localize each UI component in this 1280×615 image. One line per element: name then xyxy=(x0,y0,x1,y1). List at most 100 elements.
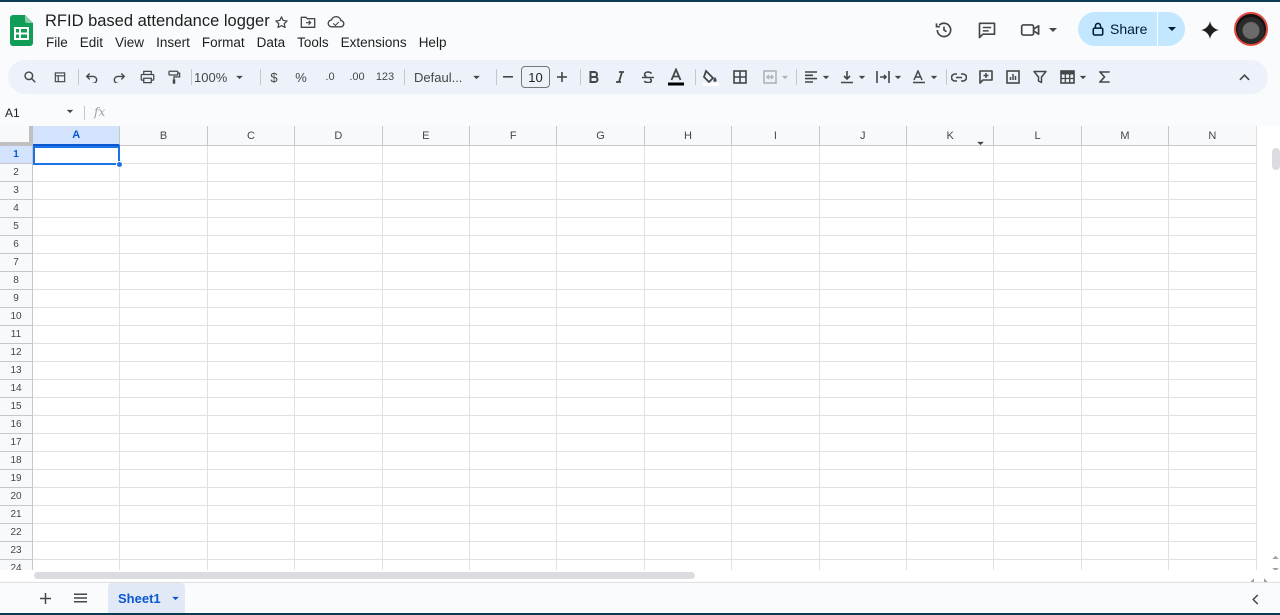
row-header-2[interactable]: 2 xyxy=(0,164,33,182)
share-main[interactable]: Share xyxy=(1078,12,1158,46)
all-sheets-menu-icon[interactable] xyxy=(70,590,90,606)
add-sheet-button[interactable] xyxy=(36,590,54,606)
menu-extensions[interactable]: Extensions xyxy=(335,33,413,52)
column-header-a[interactable]: A xyxy=(33,126,121,146)
insert-chart-icon[interactable] xyxy=(1003,60,1023,94)
formula-input[interactable] xyxy=(116,102,1276,124)
column-header-g[interactable]: G xyxy=(557,126,645,146)
bold-icon[interactable] xyxy=(586,60,602,94)
row-header-20[interactable]: 20 xyxy=(0,488,33,506)
merge-cells-icon[interactable] xyxy=(760,60,792,94)
sheets-logo-icon[interactable] xyxy=(10,15,33,46)
menu-help[interactable]: Help xyxy=(413,33,453,52)
horizontal-align-icon[interactable] xyxy=(802,60,832,94)
row-header-12[interactable]: 12 xyxy=(0,344,33,362)
select-all-corner[interactable] xyxy=(0,126,33,146)
row-header-5[interactable]: 5 xyxy=(0,218,33,236)
currency-format-button[interactable]: $ xyxy=(267,60,281,94)
column-header-m[interactable]: M xyxy=(1081,126,1170,146)
column-header-i[interactable]: I xyxy=(732,126,820,146)
row-header-18[interactable]: 18 xyxy=(0,452,33,470)
font-select[interactable]: Defaul... xyxy=(414,60,490,94)
column-header-c[interactable]: C xyxy=(207,126,296,146)
insert-comment-icon[interactable] xyxy=(976,60,996,94)
text-rotation-icon[interactable] xyxy=(910,60,940,94)
explore-collapse-icon[interactable] xyxy=(1252,592,1259,610)
column-header-h[interactable]: H xyxy=(644,126,733,146)
row-header-10[interactable]: 10 xyxy=(0,308,33,326)
insert-link-icon[interactable] xyxy=(949,60,969,94)
row-header-23[interactable]: 23 xyxy=(0,542,33,560)
column-header-d[interactable]: D xyxy=(295,126,383,146)
menu-data[interactable]: Data xyxy=(251,33,292,52)
font-size-input[interactable]: 10 xyxy=(521,66,550,88)
text-color-icon[interactable] xyxy=(665,60,687,94)
row-header-21[interactable]: 21 xyxy=(0,506,33,524)
move-folder-icon[interactable] xyxy=(298,12,318,32)
row-header-4[interactable]: 4 xyxy=(0,200,33,218)
vertical-align-icon[interactable] xyxy=(838,60,868,94)
row-header-9[interactable]: 9 xyxy=(0,290,33,308)
row-header-14[interactable]: 14 xyxy=(0,380,33,398)
document-title[interactable]: RFID based attendance logger xyxy=(45,12,270,31)
share-dropdown-button[interactable] xyxy=(1158,12,1185,46)
column-k-menu-icon[interactable] xyxy=(976,133,985,151)
increase-font-size-button[interactable] xyxy=(554,60,570,94)
horizontal-scroll-thumb[interactable] xyxy=(34,572,695,579)
menu-insert[interactable]: Insert xyxy=(150,33,196,52)
row-header-6[interactable]: 6 xyxy=(0,236,33,254)
strikethrough-icon[interactable] xyxy=(639,60,657,94)
search-icon[interactable] xyxy=(20,60,40,94)
decrease-decimal-button[interactable]: .0 xyxy=(319,60,341,94)
row-header-11[interactable]: 11 xyxy=(0,326,33,344)
sheet-tab-sheet1[interactable]: Sheet1 xyxy=(108,583,185,613)
menu-edit[interactable]: Edit xyxy=(74,33,109,52)
fill-handle[interactable] xyxy=(116,161,123,168)
row-header-22[interactable]: 22 xyxy=(0,524,33,542)
print-icon[interactable] xyxy=(137,60,157,94)
format-icon[interactable] xyxy=(50,60,70,94)
paint-format-icon[interactable] xyxy=(164,60,184,94)
vertical-scrollbar[interactable] xyxy=(1256,126,1280,570)
row-header-7[interactable]: 7 xyxy=(0,254,33,272)
column-header-f[interactable]: F xyxy=(470,126,558,146)
vertical-scroll-thumb[interactable] xyxy=(1272,148,1280,170)
menu-view[interactable]: View xyxy=(109,33,150,52)
menu-format[interactable]: Format xyxy=(196,33,251,52)
table-icon[interactable] xyxy=(1058,60,1088,94)
row-header-15[interactable]: 15 xyxy=(0,398,33,416)
row-header-3[interactable]: 3 xyxy=(0,182,33,200)
undo-icon[interactable] xyxy=(82,60,102,94)
decrease-font-size-button[interactable] xyxy=(500,60,516,94)
row-header-16[interactable]: 16 xyxy=(0,416,33,434)
meet-call-button[interactable] xyxy=(1018,16,1060,44)
star-icon[interactable] xyxy=(271,12,291,32)
row-header-1[interactable]: 1 xyxy=(0,146,33,164)
filter-icon[interactable] xyxy=(1030,60,1050,94)
row-header-8[interactable]: 8 xyxy=(0,272,33,290)
column-header-e[interactable]: E xyxy=(382,126,470,146)
spreadsheet-grid[interactable]: ABCDEFGHIJKLMN 1 2 3 4 5 6 7 8 9 10 11 12 13 14 15 16 17… xyxy=(0,126,1256,570)
cell-area[interactable] xyxy=(33,146,1256,570)
menu-tools[interactable]: Tools xyxy=(291,33,335,52)
row-header-17[interactable]: 17 xyxy=(0,434,33,452)
gemini-icon[interactable] xyxy=(1196,16,1224,44)
redo-icon[interactable] xyxy=(109,60,129,94)
account-avatar[interactable] xyxy=(1234,12,1268,46)
zoom-select[interactable]: 100% xyxy=(194,60,250,94)
row-header-19[interactable]: 19 xyxy=(0,470,33,488)
borders-icon[interactable] xyxy=(730,60,750,94)
row-header-24[interactable]: 24 xyxy=(0,560,33,570)
fill-color-icon[interactable] xyxy=(700,60,722,94)
comments-icon[interactable] xyxy=(973,16,1001,44)
column-header-j[interactable]: J xyxy=(819,126,907,146)
number-format-button[interactable]: 123 xyxy=(374,60,396,94)
functions-icon[interactable] xyxy=(1095,60,1113,94)
percent-format-button[interactable]: % xyxy=(293,60,309,94)
active-cell-a1[interactable] xyxy=(33,146,120,165)
italic-icon[interactable] xyxy=(612,60,628,94)
column-header-l[interactable]: L xyxy=(994,126,1082,146)
column-header-b[interactable]: B xyxy=(120,126,208,146)
version-history-icon[interactable] xyxy=(930,16,958,44)
increase-decimal-button[interactable]: .00 xyxy=(345,60,369,94)
